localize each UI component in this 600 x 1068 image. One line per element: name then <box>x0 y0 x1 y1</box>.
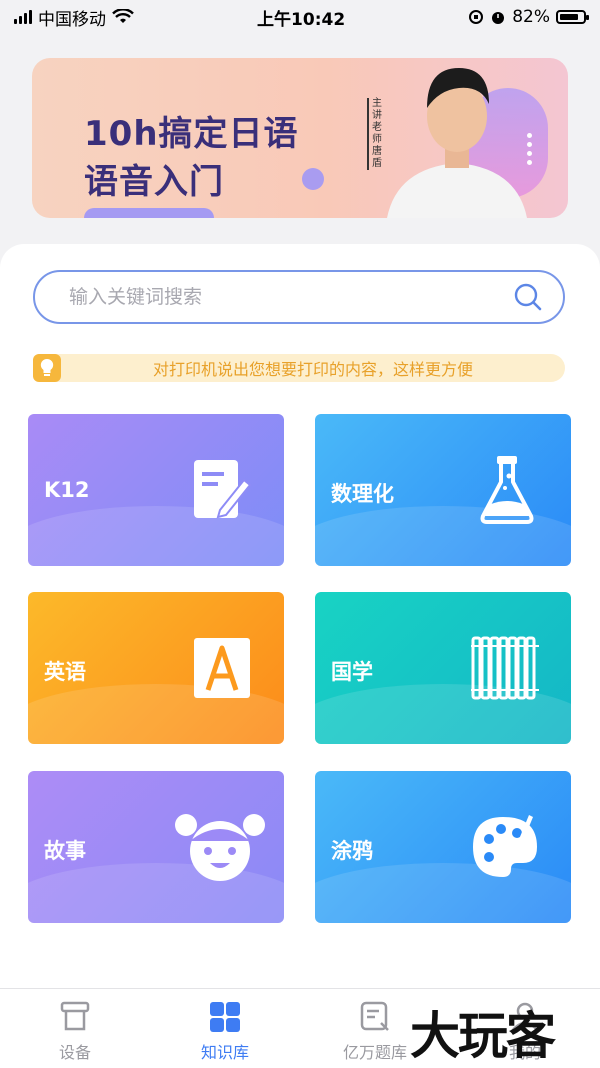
category-label: K12 <box>44 478 90 502</box>
category-stories[interactable]: 故事 <box>28 771 284 923</box>
category-chinese-classics[interactable]: 国学 <box>315 592 571 744</box>
search-input[interactable] <box>67 285 513 309</box>
status-left: 中国移动 <box>14 5 134 30</box>
grid-icon <box>210 1002 240 1032</box>
status-bar: 中国移动 上午10:42 82% <box>0 0 600 34</box>
search-icon[interactable] <box>513 282 543 312</box>
main-content: 对打印机说出您想要打印的内容，这样更方便 K12 数理化 英语 国 <box>0 244 600 1004</box>
lightbulb-icon <box>33 354 61 382</box>
category-label: 故事 <box>44 839 86 863</box>
tab-knowledge-base[interactable]: 知识库 <box>150 989 300 1068</box>
carrier-label: 中国移动 <box>38 9 106 30</box>
banner-decoration <box>84 208 214 218</box>
banner-decoration <box>302 168 324 190</box>
voice-tip: 对打印机说出您想要打印的内容，这样更方便 <box>33 354 565 382</box>
category-label: 涂鸦 <box>331 839 373 863</box>
bamboo-scroll-icon <box>471 636 539 700</box>
tab-label: 知识库 <box>200 1043 249 1062</box>
child-face-icon <box>175 814 265 881</box>
category-label: 英语 <box>44 660 86 684</box>
battery-icon <box>555 10 589 24</box>
status-right: 82% <box>468 7 589 27</box>
battery-percent: 82% <box>512 7 550 27</box>
letter-a-icon <box>194 638 250 698</box>
tip-text: 对打印机说出您想要打印的内容，这样更方便 <box>152 360 473 379</box>
printer-icon <box>60 1001 90 1031</box>
flask-icon <box>480 456 534 524</box>
palette-icon <box>473 815 537 877</box>
teacher-photo <box>387 68 527 218</box>
category-english[interactable]: 英语 <box>28 592 284 744</box>
promo-banner[interactable]: 10h搞定日语 语音入门 主讲老师 唐盾 <box>32 58 568 218</box>
search-bar[interactable] <box>33 270 565 324</box>
alarm-icon <box>492 12 505 24</box>
banner-title: 10h搞定日语 语音入门 <box>84 114 299 202</box>
clock: 上午10:42 <box>257 9 346 30</box>
question-bank-icon <box>360 1001 389 1031</box>
wifi-icon <box>112 9 134 23</box>
category-label: 国学 <box>331 660 373 684</box>
category-label: 数理化 <box>331 482 394 506</box>
tab-devices[interactable]: 设备 <box>0 989 150 1068</box>
tab-label: 设备 <box>58 1043 91 1062</box>
category-math-physics-chemistry[interactable]: 数理化 <box>315 414 571 566</box>
notepad-pencil-icon <box>194 460 252 519</box>
tab-label: 亿万题库 <box>342 1043 407 1062</box>
banner-page-indicator <box>527 133 532 165</box>
category-doodle[interactable]: 涂鸦 <box>315 771 571 923</box>
watermark-logo: 大玩客 <box>410 1006 556 1065</box>
orientation-lock-icon <box>469 10 484 24</box>
cellular-signal-icon <box>14 10 32 24</box>
category-k12[interactable]: K12 <box>28 414 284 566</box>
